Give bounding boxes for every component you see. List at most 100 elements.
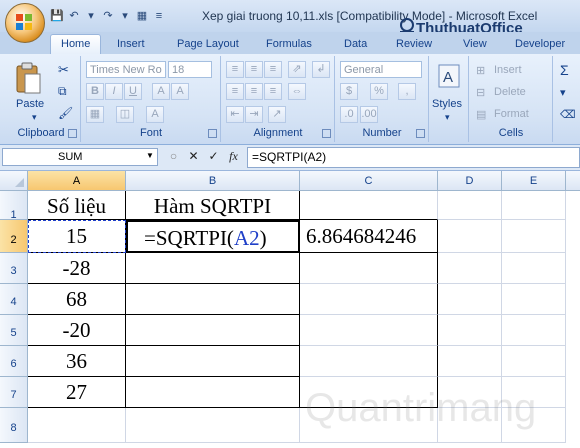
angle-text-icon[interactable]: ↗ — [268, 106, 286, 123]
align-bottom-icon[interactable]: ≡ — [264, 61, 282, 78]
cut-icon[interactable]: ✂ — [58, 62, 69, 78]
row-header-3[interactable]: 3 — [0, 253, 28, 284]
increase-indent-icon[interactable]: ⇥ — [245, 106, 263, 123]
column-header-c[interactable]: C — [300, 171, 438, 191]
comma-icon[interactable]: , — [398, 83, 416, 100]
cell-b8[interactable] — [126, 408, 300, 443]
cell-d3[interactable] — [438, 253, 502, 284]
cell-b1[interactable]: Hàm SQRTPI — [126, 191, 300, 220]
align-left-icon[interactable]: ≡ — [226, 83, 244, 100]
cell-e3[interactable] — [502, 253, 566, 284]
number-format-box[interactable]: General — [340, 61, 422, 78]
font-grow-icon[interactable]: A — [152, 83, 170, 100]
grid-icon[interactable]: ▦ — [135, 9, 149, 23]
cell-b3[interactable] — [126, 253, 300, 284]
row-header-6[interactable]: 6 — [0, 346, 28, 377]
insert-cells-icon[interactable]: ⊞ — [476, 64, 485, 77]
column-header-d[interactable]: D — [438, 171, 502, 191]
cell-e2[interactable] — [502, 220, 566, 253]
copy-icon[interactable]: ⧉ — [58, 84, 67, 99]
insert-function-icon[interactable]: fx — [225, 148, 242, 165]
decrease-decimal-icon[interactable]: .00 — [360, 106, 378, 123]
office-button[interactable] — [5, 3, 45, 43]
column-header-b[interactable]: B — [126, 171, 300, 191]
dropdown-icon[interactable]: ▾ — [84, 9, 98, 23]
cell-a7[interactable]: 27 — [28, 377, 126, 408]
select-all-corner[interactable] — [0, 171, 28, 191]
cell-b5[interactable] — [126, 315, 300, 346]
cell-b6[interactable] — [126, 346, 300, 377]
format-cells-icon[interactable]: ▤ — [476, 108, 486, 121]
paste-label[interactable]: Paste — [16, 98, 44, 110]
italic-button[interactable]: I — [105, 83, 123, 100]
column-header-f[interactable] — [566, 171, 580, 191]
borders-icon[interactable]: ▦ — [86, 106, 104, 123]
cell-e1[interactable] — [502, 191, 566, 220]
styles-dropdown-icon[interactable]: ▾ — [445, 112, 450, 123]
cell-d2[interactable] — [438, 220, 502, 253]
cell-a5[interactable]: -20 — [28, 315, 126, 346]
cell-e4[interactable] — [502, 284, 566, 315]
underline-button[interactable]: U — [124, 83, 142, 100]
row-header-4[interactable]: 4 — [0, 284, 28, 315]
column-header-e[interactable]: E — [502, 171, 566, 191]
decrease-indent-icon[interactable]: ⇤ — [226, 106, 244, 123]
tab-developer[interactable]: Developer — [515, 35, 565, 54]
alignment-launcher-icon[interactable] — [322, 129, 331, 138]
cell-b4[interactable] — [126, 284, 300, 315]
cell-b7[interactable] — [126, 377, 300, 408]
column-header-a[interactable]: A — [28, 171, 126, 191]
cell-b2[interactable]: =SQRTPI(A2) — [126, 220, 300, 253]
cell-c3[interactable] — [300, 253, 438, 284]
insert-cells-label[interactable]: Insert — [494, 64, 522, 76]
currency-icon[interactable]: $ — [340, 83, 358, 100]
cell-a6[interactable]: 36 — [28, 346, 126, 377]
merge-center-icon[interactable]: ⇔ — [288, 83, 306, 100]
format-cells-label[interactable]: Format — [494, 108, 529, 120]
paste-dropdown-icon[interactable]: ▾ — [32, 112, 37, 123]
name-box[interactable]: SUM — [2, 148, 158, 166]
row-header-2[interactable]: 2 — [0, 220, 28, 253]
clipboard-launcher-icon[interactable] — [68, 129, 77, 138]
fill-icon[interactable]: ▾ — [560, 86, 566, 99]
tab-insert[interactable]: Insert — [117, 35, 145, 54]
cancel-icon[interactable]: ✕ — [185, 148, 202, 165]
tab-data[interactable]: Data — [344, 35, 367, 54]
orientation-icon[interactable]: ⇗ — [288, 61, 306, 78]
cell-a1[interactable]: Số liệu — [28, 191, 126, 220]
cell-c2[interactable]: 6.864684246 — [300, 220, 438, 253]
formula-input[interactable]: =SQRTPI(A2) — [247, 147, 580, 168]
row-header-8[interactable]: 8 — [0, 408, 28, 443]
tab-view[interactable]: View — [463, 35, 487, 54]
row-header-7[interactable]: 7 — [0, 377, 28, 408]
clear-icon[interactable]: ⌫ — [560, 108, 576, 121]
format-painter-icon[interactable]: 🖌 — [58, 106, 73, 120]
font-color-icon[interactable]: A — [146, 106, 164, 123]
redo-icon[interactable]: ↷ — [101, 9, 115, 23]
cell-d5[interactable] — [438, 315, 502, 346]
align-right-icon[interactable]: ≡ — [264, 83, 282, 100]
cell-a4[interactable]: 68 — [28, 284, 126, 315]
align-center-icon[interactable]: ≡ — [245, 83, 263, 100]
customize-qat-icon[interactable]: ≡ — [152, 9, 166, 23]
font-launcher-icon[interactable] — [208, 129, 217, 138]
tab-formulas[interactable]: Formulas — [266, 35, 312, 54]
enter-icon[interactable]: ✓ — [205, 148, 222, 165]
cell-c6[interactable] — [300, 346, 438, 377]
tab-page-layout[interactable]: Page Layout — [177, 35, 239, 54]
expand-icon[interactable]: ○ — [165, 148, 182, 165]
font-shrink-icon[interactable]: A — [171, 83, 189, 100]
dropdown-icon[interactable]: ▾ — [118, 9, 132, 23]
percent-icon[interactable]: % — [370, 83, 388, 100]
save-icon[interactable]: 💾 — [50, 9, 64, 23]
undo-icon[interactable]: ↶ — [67, 9, 81, 23]
paste-icon[interactable] — [14, 62, 42, 96]
cell-e6[interactable] — [502, 346, 566, 377]
bold-button[interactable]: B — [86, 83, 104, 100]
styles-icon[interactable]: A — [438, 64, 460, 88]
tab-home[interactable]: Home — [50, 34, 102, 54]
wrap-text-icon[interactable]: ↲ — [312, 61, 330, 78]
font-size-box[interactable]: 18 — [168, 61, 212, 78]
align-middle-icon[interactable]: ≡ — [245, 61, 263, 78]
increase-decimal-icon[interactable]: .0 — [340, 106, 358, 123]
